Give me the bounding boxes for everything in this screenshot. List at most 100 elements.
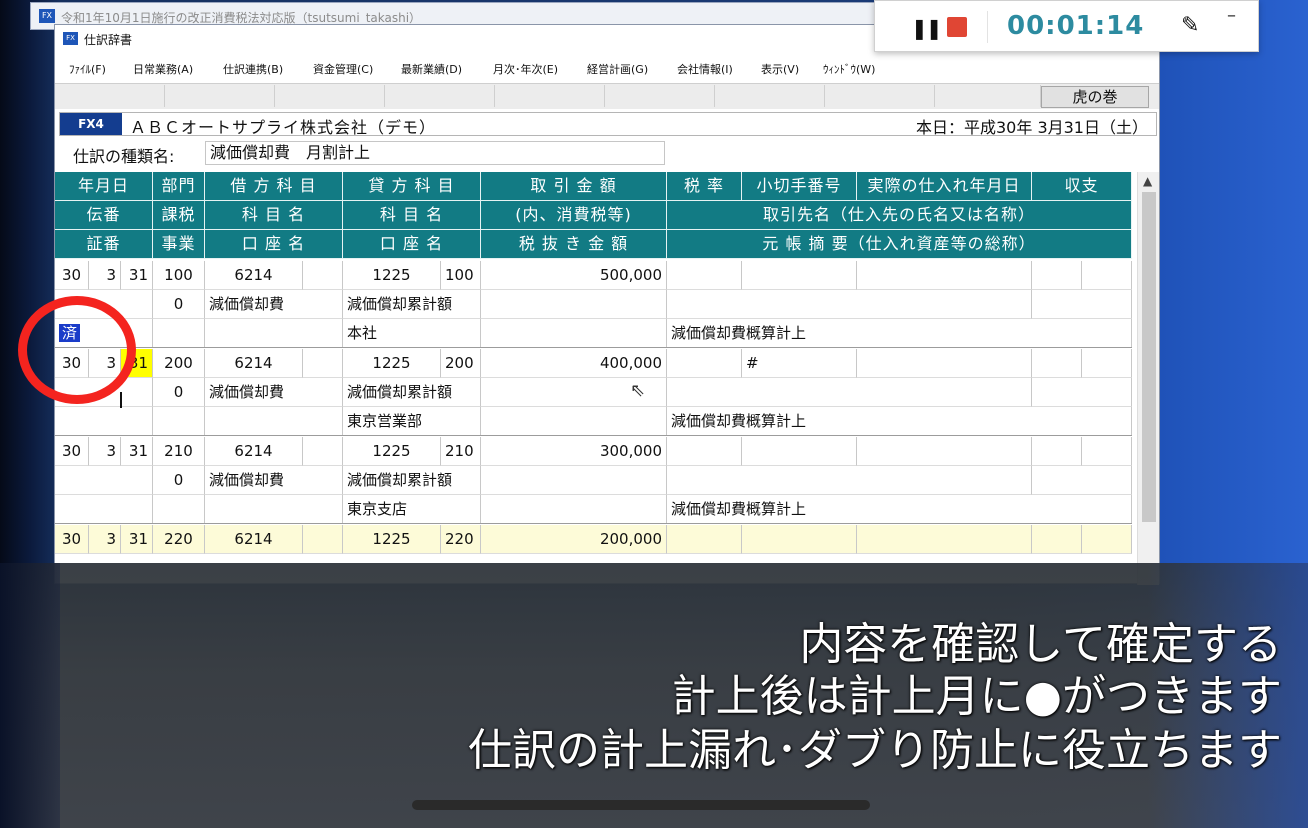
minimize-button[interactable]: – <box>1227 5 1236 26</box>
toolbar-slot[interactable] <box>715 85 825 107</box>
entry-credit-name[interactable]: 減価償却累計額 <box>343 290 481 319</box>
entry-amount[interactable]: 200,000 <box>481 525 667 554</box>
menu-performance[interactable]: 最新業績(D) <box>401 61 462 77</box>
entry-supplier-extra[interactable] <box>1032 378 1132 407</box>
entry-income-expense[interactable] <box>1032 437 1082 466</box>
entry-purchase-date[interactable] <box>857 437 1032 466</box>
entry-day[interactable]: 31 <box>121 261 153 290</box>
entry-debit-code[interactable]: 6214 <box>205 261 303 290</box>
entry-tax-flag[interactable]: 0 <box>153 290 205 319</box>
entry-debit-account[interactable] <box>205 495 343 524</box>
menu-cash[interactable]: 資金管理(C) <box>313 61 373 77</box>
entry-debit-code[interactable]: 6214 <box>205 525 303 554</box>
entry-credit-name[interactable]: 減価償却累計額 <box>343 466 481 495</box>
entry-purchase-date[interactable] <box>857 525 1032 554</box>
entry-income-expense[interactable] <box>1032 349 1082 378</box>
entry-year[interactable]: 30 <box>55 437 89 466</box>
entry-debit-sub[interactable] <box>303 349 343 378</box>
entry-net-amount[interactable] <box>481 495 667 524</box>
entry-income-expense-2[interactable] <box>1082 261 1132 290</box>
menu-monthly[interactable]: 月次･年次(E) <box>493 61 558 77</box>
entry-business[interactable] <box>153 495 205 524</box>
entry-tax-amount[interactable] <box>481 466 667 495</box>
menu-plan[interactable]: 経営計画(G) <box>587 61 648 77</box>
entry-voucher-no[interactable] <box>55 495 153 524</box>
entry-tax-rate[interactable] <box>667 349 742 378</box>
entry-credit-dept[interactable]: 220 <box>441 525 481 554</box>
vertical-scrollbar[interactable]: ▲ <box>1137 172 1159 585</box>
entry-tax-rate[interactable] <box>667 525 742 554</box>
menu-journal-link[interactable]: 仕訳連携(B) <box>223 61 283 77</box>
entry-supplier[interactable] <box>667 466 1032 495</box>
entry-debit-name[interactable]: 減価償却費 <box>205 466 343 495</box>
pen-icon[interactable]: ✎ <box>1181 13 1199 38</box>
toolbar-slot[interactable] <box>605 85 715 107</box>
entry-debit-dept[interactable]: 210 <box>153 437 205 466</box>
entry-tax-rate[interactable] <box>667 437 742 466</box>
entry-memo[interactable]: 減価償却費概算計上 <box>667 495 1132 524</box>
entry-debit-dept[interactable]: 200 <box>153 349 205 378</box>
entry-memo[interactable]: 減価償却費概算計上 <box>667 319 1132 348</box>
entry-credit-account[interactable]: 東京支店 <box>343 495 481 524</box>
entry-income-expense[interactable] <box>1032 525 1082 554</box>
entry-amount[interactable]: 500,000 <box>481 261 667 290</box>
toolbar-slot[interactable] <box>275 85 385 107</box>
stop-icon[interactable] <box>947 17 967 37</box>
entry-month[interactable]: 3 <box>89 437 121 466</box>
entry-supplier-extra[interactable] <box>1032 290 1132 319</box>
entry-tax-flag[interactable]: 0 <box>153 466 205 495</box>
entry-debit-sub[interactable] <box>303 437 343 466</box>
menu-window[interactable]: ｳｨﾝﾄﾞｳ(W) <box>823 61 875 77</box>
entry-debit-code[interactable]: 6214 <box>205 349 303 378</box>
entry-credit-dept[interactable]: 200 <box>441 349 481 378</box>
entry-debit-account[interactable] <box>205 319 343 348</box>
entry-tax-flag[interactable]: 0 <box>153 378 205 407</box>
entry-supplier[interactable] <box>667 378 1032 407</box>
menu-company[interactable]: 会社情報(I) <box>677 61 733 77</box>
entry-day[interactable]: 31 <box>121 525 153 554</box>
toolbar-slot[interactable] <box>165 85 275 107</box>
entry-credit-name[interactable]: 減価償却累計額 <box>343 378 481 407</box>
entry-debit-name[interactable]: 減価償却費 <box>205 290 343 319</box>
toolbar-slot[interactable] <box>495 85 605 107</box>
entry-credit-dept[interactable]: 210 <box>441 437 481 466</box>
entry-check-no[interactable] <box>742 525 857 554</box>
entry-debit-code[interactable]: 6214 <box>205 437 303 466</box>
menu-view[interactable]: 表示(V) <box>761 61 799 77</box>
entry-purchase-date[interactable] <box>857 261 1032 290</box>
entry-net-amount[interactable] <box>481 407 667 436</box>
entry-credit-code[interactable]: 1225 <box>343 525 441 554</box>
entry-income-expense-2[interactable] <box>1082 349 1132 378</box>
entry-net-amount[interactable] <box>481 319 667 348</box>
entry-credit-account[interactable]: 本社 <box>343 319 481 348</box>
entry-credit-account[interactable]: 東京営業部 <box>343 407 481 436</box>
entry-check-no[interactable] <box>742 437 857 466</box>
pause-icon[interactable]: ❚❚ <box>911 16 942 40</box>
entry-year[interactable]: 30 <box>55 261 89 290</box>
entry-income-expense-2[interactable] <box>1082 525 1132 554</box>
entry-supplier-extra[interactable] <box>1032 466 1132 495</box>
entry-debit-dept[interactable]: 100 <box>153 261 205 290</box>
menu-file[interactable]: ﾌｧｲﾙ(F) <box>69 61 106 77</box>
toolbar-slot[interactable] <box>935 85 1041 107</box>
entry-amount[interactable]: 400,000 <box>481 349 667 378</box>
entry-check-no[interactable]: # <box>742 349 857 378</box>
entry-credit-code[interactable]: 1225 <box>343 349 441 378</box>
entry-income-expense-2[interactable] <box>1082 437 1132 466</box>
entry-business[interactable] <box>153 319 205 348</box>
toolbar-slot[interactable] <box>825 85 935 107</box>
entry-credit-code[interactable]: 1225 <box>343 437 441 466</box>
entry-amount[interactable]: 300,000 <box>481 437 667 466</box>
home-indicator[interactable] <box>412 800 870 810</box>
tora-no-maki-button[interactable]: 虎の巻 <box>1041 86 1149 108</box>
scroll-up-icon[interactable]: ▲ <box>1143 174 1152 188</box>
entry-debit-dept[interactable]: 220 <box>153 525 205 554</box>
entry-debit-account[interactable] <box>205 407 343 436</box>
entry-slip-no[interactable] <box>55 466 153 495</box>
entry-income-expense[interactable] <box>1032 261 1082 290</box>
entry-memo[interactable]: 減価償却費概算計上 <box>667 407 1132 436</box>
entry-credit-code[interactable]: 1225 <box>343 261 441 290</box>
entry-debit-sub[interactable] <box>303 525 343 554</box>
scrollbar-thumb[interactable] <box>1142 192 1156 522</box>
entry-business[interactable] <box>153 407 205 436</box>
